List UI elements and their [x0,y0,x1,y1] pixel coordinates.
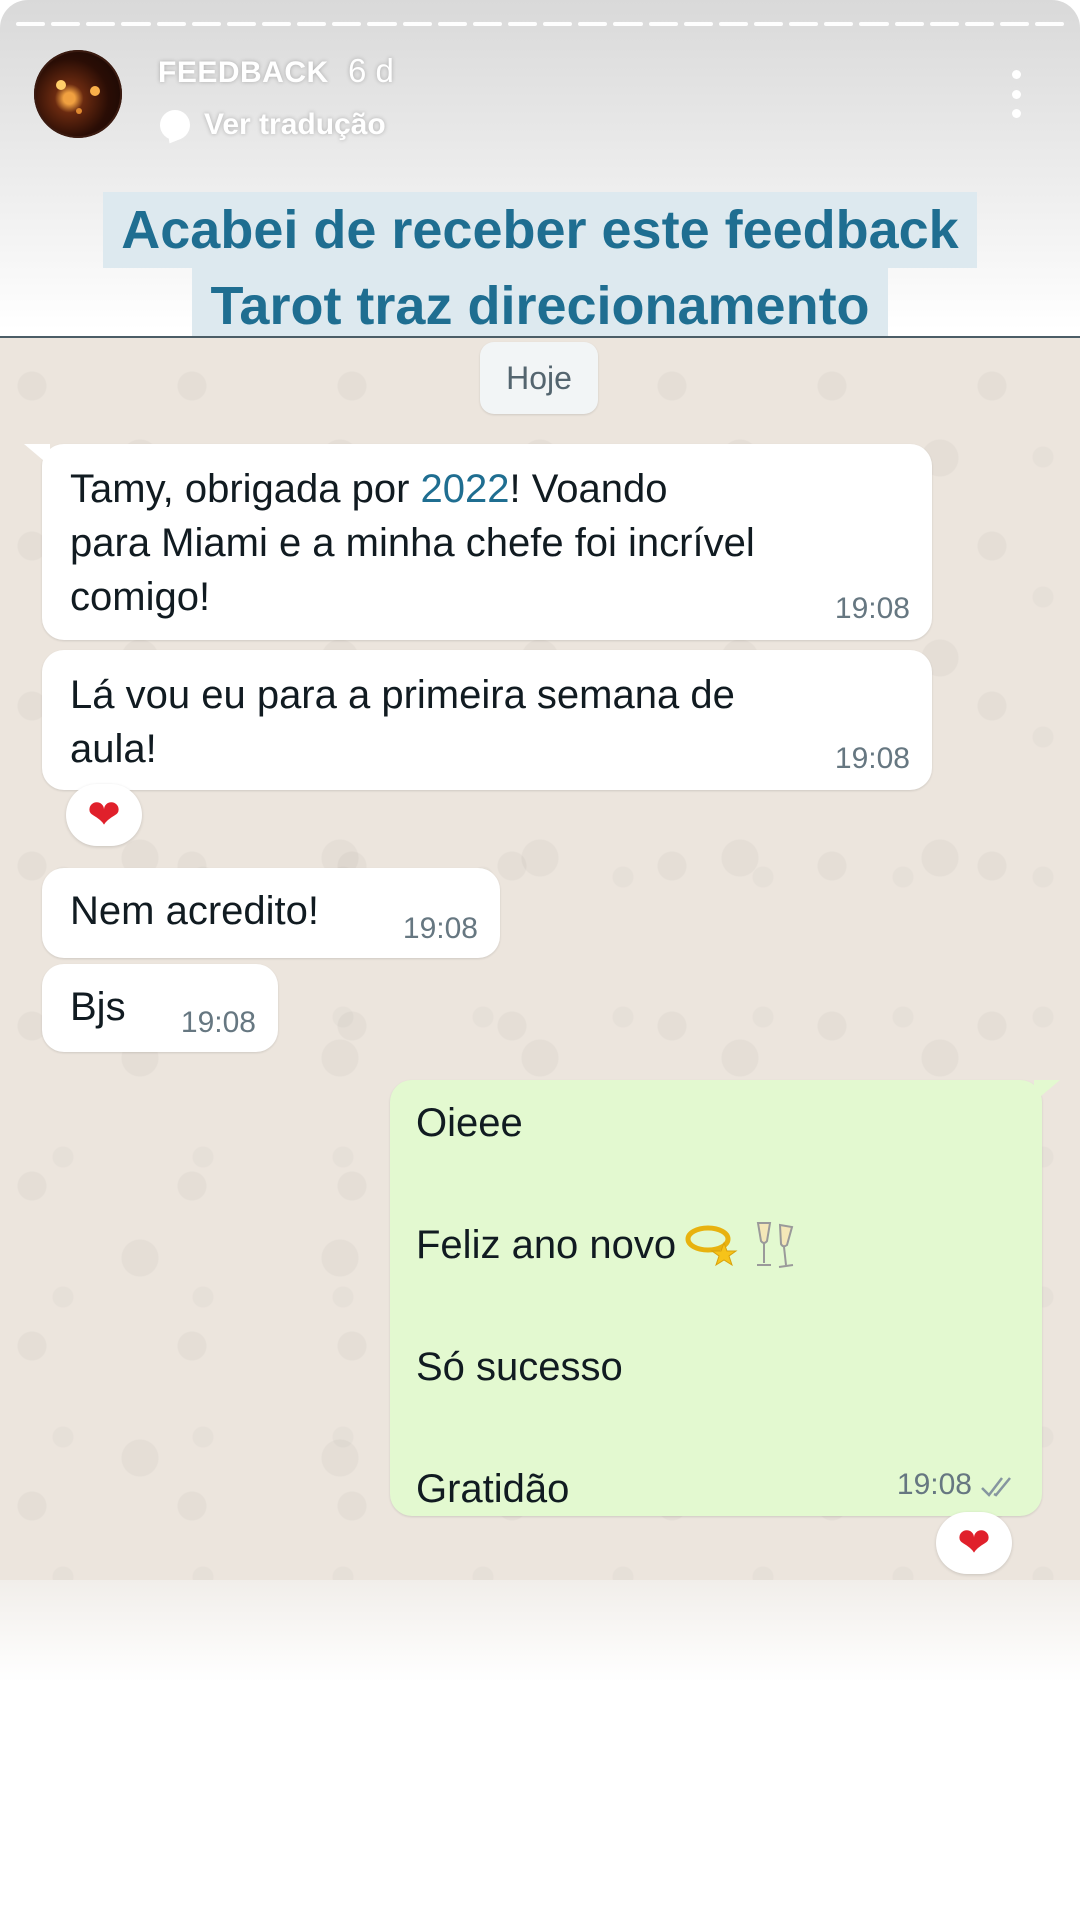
message-time: 19:08 [834,592,910,625]
post-time: 6 d [348,52,394,89]
message-line: Oieee [416,1101,523,1145]
message-text: Lá vou eu para a primeira semana de aula… [70,673,735,771]
incoming-message: Nem acredito! 19:08 [42,868,500,958]
champagne-glasses-emoji-icon [756,1222,794,1268]
date-chip: Hoje [480,342,598,414]
story-bottom-area [0,1580,1080,1920]
story-viewer: FEEDBACK 6 d Ver tradução Acabei de rece… [0,0,1080,1920]
dot-icon [1011,89,1021,99]
ring-star-emoji-icon [685,1225,738,1267]
message-time: 19:08 [180,1006,256,1039]
message-line: Feliz ano novo [416,1218,804,1272]
heart-reaction-icon: ❤ [936,1512,1012,1574]
caption-line-1: Acabei de receber este feedback [103,192,977,268]
translate-label: Ver tradução [204,108,386,141]
more-options-button[interactable] [1006,70,1026,118]
message-time: 19:08 [402,912,478,945]
story-user-name[interactable]: FEEDBACK [158,56,329,90]
dot-icon [1011,109,1021,118]
heart-reaction-icon: ❤ [66,784,142,846]
translate-icon [160,110,190,140]
outgoing-message: Oieee Feliz ano novo Só sucesso Gratidão… [390,1080,1060,1516]
message-time: 19:08 [896,1468,972,1501]
message-highlight: 2022 [420,467,510,511]
dot-icon [1011,70,1021,79]
incoming-message: Bjs 19:08 [42,964,278,1052]
incoming-message: Tamy, obrigada por 2022! Voando para Mia… [24,444,932,640]
message-line: Só sucesso [416,1345,623,1389]
avatar[interactable] [34,50,122,138]
story-caption: Acabei de receber este feedback Tarot tr… [0,192,1080,344]
message-text: Tamy, obrigada por 2022! Voando para Mia… [70,467,755,619]
message-time: 19:08 [834,742,910,775]
translate-button[interactable]: Ver tradução [160,108,386,142]
story-progress-bar [16,22,1065,26]
incoming-message: Lá vou eu para a primeira semana de aula… [42,650,932,790]
double-check-icon [981,1477,1011,1497]
caption-line-2: Tarot traz direcionamento [192,268,888,344]
message-line: Gratidão [416,1467,570,1511]
